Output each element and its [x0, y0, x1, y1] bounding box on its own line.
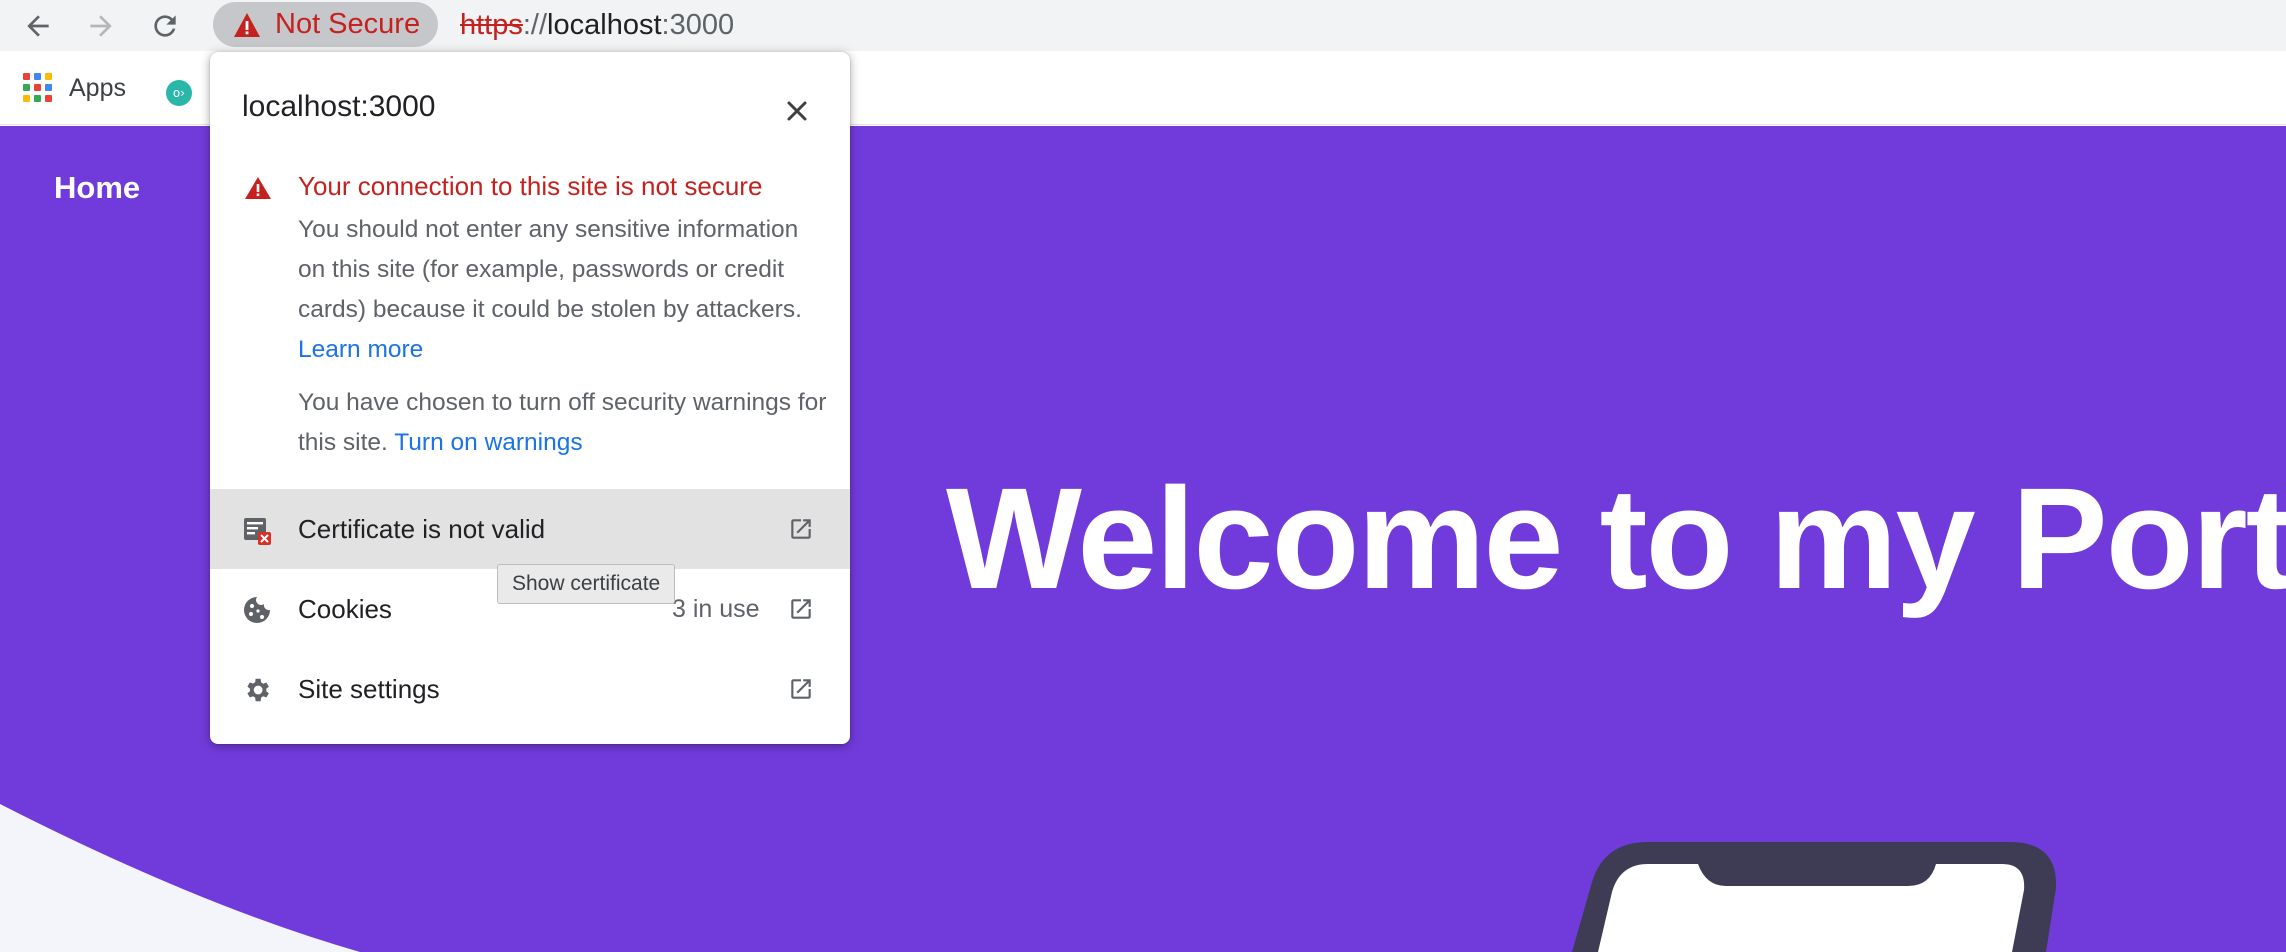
- reload-icon: [154, 15, 176, 37]
- apps-label: Apps: [69, 73, 126, 102]
- url-separator: ://: [522, 8, 548, 41]
- browser-toolbar: Not Secure https :// localhost :3000: [0, 0, 2286, 51]
- url-host: localhost: [547, 8, 662, 41]
- url-scheme: https: [460, 8, 523, 41]
- close-button[interactable]: [780, 94, 814, 128]
- security-chip[interactable]: Not Secure: [213, 2, 439, 47]
- external-link-icon: [791, 679, 811, 699]
- arrow-right-icon: [90, 15, 112, 37]
- warning-body: You should not enter any sensitive infor…: [298, 210, 828, 370]
- cookie-icon: [244, 597, 270, 623]
- cookies-count: 3 in use: [672, 594, 760, 623]
- external-link-icon: [791, 519, 811, 539]
- external-link-icon: [791, 599, 811, 619]
- url-port: :3000: [661, 8, 735, 41]
- warning-body-text: You should not enter any sensitive infor…: [298, 216, 802, 323]
- gear-icon: [247, 678, 269, 702]
- bookmark-favicon[interactable]: o›: [166, 80, 192, 106]
- address-bar[interactable]: https :// localhost :3000: [460, 6, 734, 44]
- apps-bookmark[interactable]: Apps: [23, 73, 126, 103]
- certificate-row[interactable]: Certificate is not valid: [210, 489, 850, 569]
- warning-icon: [234, 12, 260, 37]
- apps-grid-icon: [23, 73, 53, 103]
- warning-title: Your connection to this site is not secu…: [298, 171, 763, 201]
- learn-more-link[interactable]: Learn more: [298, 336, 423, 363]
- arrow-left-icon: [27, 15, 49, 37]
- cookies-label: Cookies: [298, 593, 392, 624]
- back-button[interactable]: [16, 4, 60, 48]
- page-info-popup: localhost:3000 Your connection to this s…: [210, 52, 850, 744]
- certificate-invalid-icon: [244, 518, 271, 545]
- turn-on-warnings-link[interactable]: Turn on warnings: [394, 429, 582, 456]
- reload-button[interactable]: [143, 4, 187, 48]
- site-settings-label: Site settings: [298, 673, 440, 704]
- certificate-label: Certificate is not valid: [298, 513, 546, 544]
- site-settings-row[interactable]: Site settings: [210, 649, 850, 729]
- popup-host: localhost:3000: [242, 90, 436, 123]
- security-chip-label: Not Secure: [275, 8, 421, 40]
- warnings-off-body: You have chosen to turn off security war…: [298, 383, 838, 463]
- warning-icon: [245, 177, 271, 199]
- close-icon: [787, 101, 807, 121]
- show-certificate-tooltip: Show certificate: [497, 564, 676, 604]
- forward-button[interactable]: [79, 4, 123, 48]
